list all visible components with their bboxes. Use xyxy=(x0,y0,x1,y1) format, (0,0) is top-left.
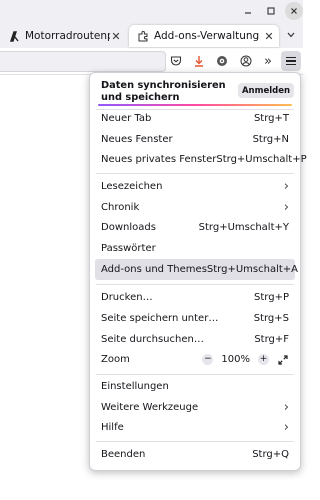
tab-label: Add-ons-Verwaltung xyxy=(154,30,260,42)
chevron-right-icon: › xyxy=(283,200,289,215)
chevron-down-icon xyxy=(287,32,295,38)
divider xyxy=(96,374,294,375)
menu-item-addons-themes[interactable]: Add-ons und Themes Strg+Umschalt+A xyxy=(95,259,298,280)
menu-item-shortcut: Strg+P xyxy=(254,292,289,303)
app-menu-panel: Daten synchronisieren und speichern Anme… xyxy=(89,72,307,471)
menu-item-label: Einstellungen xyxy=(101,381,169,392)
menu-item-label: Neues privates Fenster xyxy=(101,154,217,165)
minimize-button[interactable] xyxy=(239,2,257,20)
minimize-icon xyxy=(245,12,251,14)
tab-close-icon[interactable]: ✕ xyxy=(110,30,122,43)
sync-accent-line xyxy=(98,104,292,106)
tab-label: Motorradroutenplan xyxy=(25,30,110,42)
zoom-controls: Zoom − 100% + xyxy=(95,349,295,370)
sign-in-button[interactable]: Anmelden xyxy=(238,83,294,98)
menu-item-label: Seite speichern unter… xyxy=(101,313,219,324)
download-icon xyxy=(195,56,203,67)
menu-item-label: Drucken… xyxy=(101,292,153,303)
menu-item-shortcut: Strg+Q xyxy=(252,449,289,460)
tab-close-icon[interactable]: ✕ xyxy=(263,30,275,43)
zoom-in-button[interactable]: + xyxy=(258,354,269,365)
menu-item-help[interactable]: Hilfe › xyxy=(95,417,295,438)
menu-item-label: Downloads xyxy=(101,222,156,233)
menu-item-passwords[interactable]: Passwörter xyxy=(95,238,295,259)
menu-item-label: Add-ons und Themes xyxy=(101,264,207,275)
menu-item-shortcut: Strg+Umschalt+P xyxy=(216,154,307,165)
menu-icon xyxy=(286,57,296,65)
url-bar[interactable] xyxy=(0,51,166,72)
divider xyxy=(96,173,294,174)
menu-item-shortcut: Strg+Umschalt+A xyxy=(206,264,298,275)
menu-item-label: Beenden xyxy=(101,449,146,460)
chevron-right-icon: › xyxy=(283,420,289,435)
zoom-out-button[interactable]: − xyxy=(202,354,214,365)
title-bar xyxy=(0,0,303,22)
list-all-tabs-button[interactable] xyxy=(283,26,299,44)
chevron-right-icon: › xyxy=(283,400,289,415)
fullscreen-button[interactable] xyxy=(277,354,289,366)
sync-section: Daten synchronisieren und speichern Anme… xyxy=(90,73,300,107)
puzzle-icon xyxy=(137,30,149,42)
downloads-button[interactable] xyxy=(189,51,209,71)
menu-item-find-in-page[interactable]: Seite durchsuchen… Strg+F xyxy=(95,329,295,350)
overflow-icon: » xyxy=(264,53,272,69)
menu-item-shortcut: Strg+S xyxy=(253,313,289,324)
maximize-button[interactable] xyxy=(262,2,280,20)
menu-item-new-private-window[interactable]: Neues privates Fenster Strg+Umschalt+P xyxy=(95,149,307,170)
extensions-button[interactable] xyxy=(212,51,232,71)
sync-text: Daten synchronisieren und speichern xyxy=(101,80,226,103)
menu-item-more-tools[interactable]: Weitere Werkzeuge › xyxy=(95,397,295,418)
zoom-label: Zoom xyxy=(101,354,130,365)
menu-item-shortcut: Strg+F xyxy=(254,334,289,345)
divider xyxy=(96,441,294,442)
menu-item-quit[interactable]: Beenden Strg+Q xyxy=(95,444,295,465)
pocket-icon xyxy=(170,56,182,66)
menu-item-label: Neuer Tab xyxy=(101,113,152,124)
divider xyxy=(96,284,294,285)
tab-addons[interactable]: Add-ons-Verwaltung ✕ xyxy=(129,25,279,47)
extensions-icon xyxy=(217,56,227,66)
close-icon xyxy=(291,8,297,14)
menu-item-label: Lesezeichen xyxy=(101,181,163,192)
menu-item-shortcut: Strg+Umschalt+Y xyxy=(198,222,289,233)
menu-item-new-window[interactable]: Neues Fenster Strg+N xyxy=(95,129,295,150)
nav-toolbar: » xyxy=(0,48,303,75)
maximize-icon xyxy=(267,7,275,15)
route-logo-icon xyxy=(8,30,20,42)
account-button[interactable] xyxy=(236,51,256,71)
menu-item-label: Chronik xyxy=(101,202,140,213)
tab-strip: Motorradroutenplan ✕ Add-ons-Verwaltung … xyxy=(0,22,303,48)
menu-item-bookmarks[interactable]: Lesezeichen › xyxy=(95,176,295,197)
menu-item-history[interactable]: Chronik › xyxy=(95,197,295,218)
menu-item-save-page[interactable]: Seite speichern unter… Strg+S xyxy=(95,308,295,329)
menu-item-settings[interactable]: Einstellungen xyxy=(95,376,295,397)
overflow-button[interactable]: » xyxy=(258,51,278,71)
menu-item-label: Weitere Werkzeuge xyxy=(101,402,199,413)
fullscreen-icon xyxy=(278,354,288,365)
pocket-button[interactable] xyxy=(166,51,186,71)
menu-item-label: Passwörter xyxy=(101,243,156,254)
menu-item-new-tab[interactable]: Neuer Tab Strg+T xyxy=(95,108,295,129)
tab-motorradroutenplaner[interactable]: Motorradroutenplan ✕ xyxy=(0,25,126,47)
close-button[interactable] xyxy=(285,2,303,20)
zoom-reset-button[interactable]: 100% xyxy=(221,354,250,365)
app-menu-button[interactable] xyxy=(281,51,301,71)
menu-item-shortcut: Strg+N xyxy=(252,134,289,145)
chevron-right-icon: › xyxy=(283,179,289,194)
menu-item-shortcut: Strg+T xyxy=(253,113,289,124)
account-icon xyxy=(240,55,252,67)
menu-item-print[interactable]: Drucken… Strg+P xyxy=(95,287,295,308)
menu-item-label: Neues Fenster xyxy=(101,134,173,145)
menu-item-label: Hilfe xyxy=(101,422,124,433)
menu-item-downloads[interactable]: Downloads Strg+Umschalt+Y xyxy=(95,217,295,238)
menu-item-label: Seite durchsuchen… xyxy=(101,334,204,345)
